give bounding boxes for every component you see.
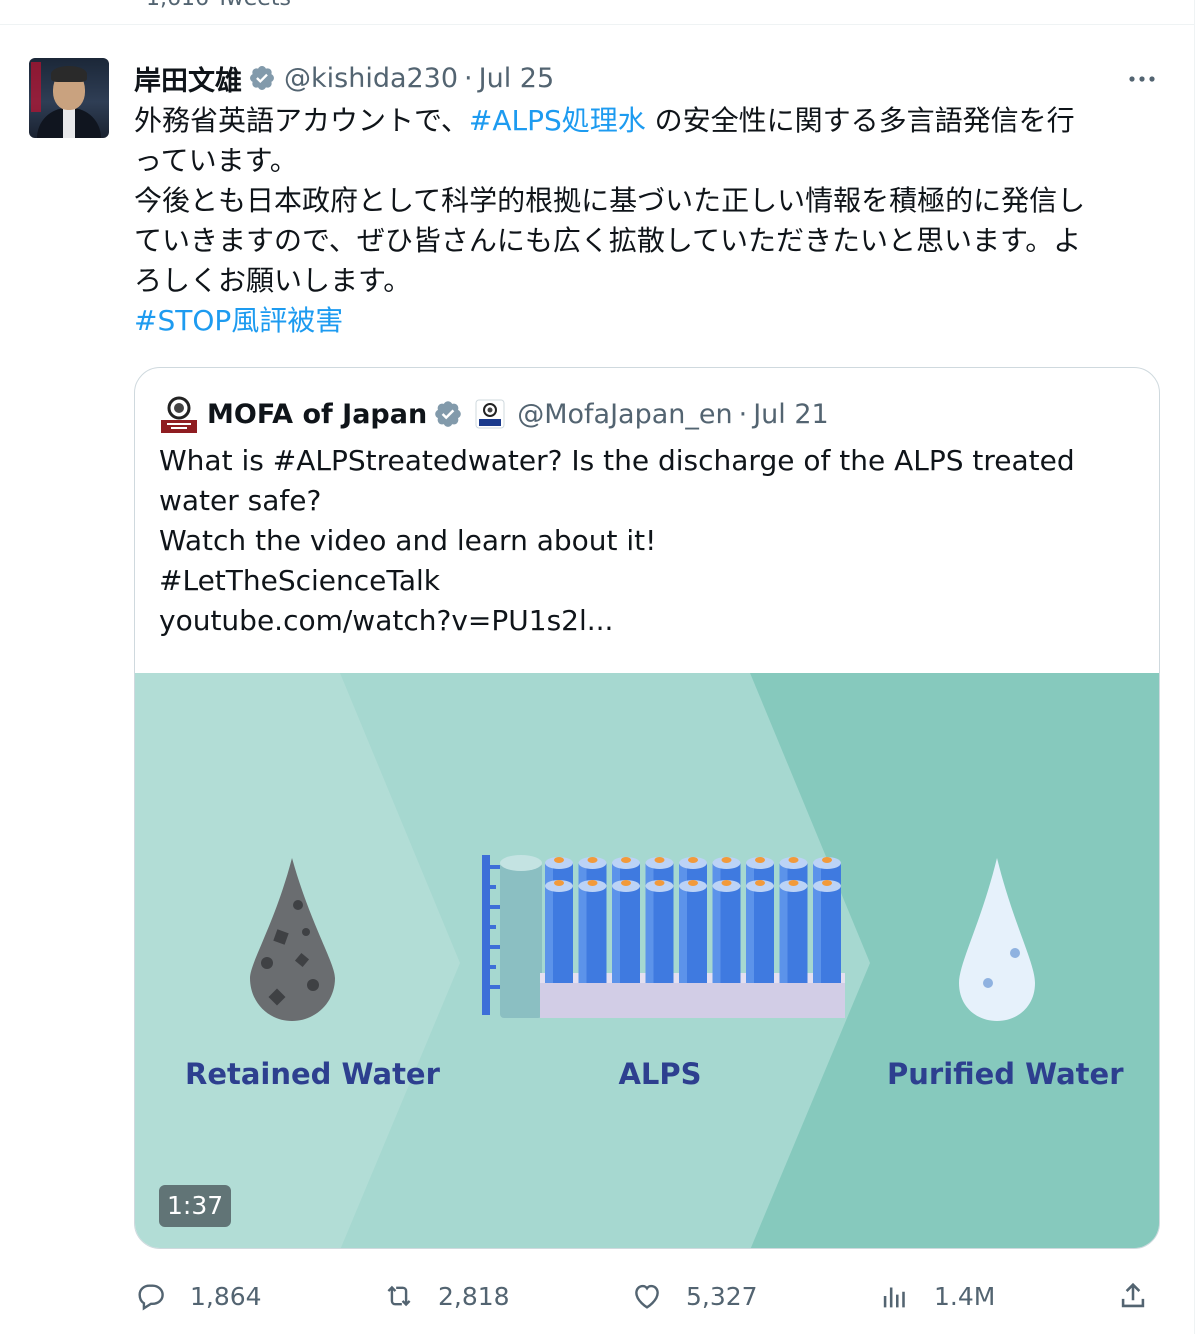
tweet-actions: 1,864 2,818 5,327 1.4M xyxy=(134,1272,1164,1320)
affiliation-badge-icon[interactable] xyxy=(475,399,505,429)
views-count: 1.4M xyxy=(934,1281,996,1311)
quoted-tweet-line: water safe? xyxy=(159,484,322,517)
views-button[interactable]: 1.4M xyxy=(878,1272,995,1320)
like-count: 5,327 xyxy=(686,1281,758,1311)
alps-column-cap xyxy=(688,857,698,863)
alps-column-cap xyxy=(788,857,799,863)
alps-column-cap xyxy=(788,880,799,886)
alps-column-cap xyxy=(755,880,765,886)
label-alps: ALPS xyxy=(618,1057,702,1091)
timeline-border xyxy=(1194,0,1198,1334)
alps-column-cap xyxy=(822,857,832,863)
alps-column-cap xyxy=(554,857,564,863)
tweet-header: 岸田文雄 @kishida230 · Jul 25 xyxy=(134,58,554,98)
quoted-tweet-text: What is #ALPStreatedwater? Is the discha… xyxy=(159,441,1139,641)
tweet-date[interactable]: Jul 25 xyxy=(479,63,555,94)
author-avatar[interactable] xyxy=(29,58,109,138)
reply-button[interactable]: 1,864 xyxy=(134,1272,262,1320)
quoted-author-handle[interactable]: @MofaJapan_en xyxy=(517,399,732,430)
quoted-author-name[interactable]: MOFA of Japan xyxy=(207,399,427,430)
alps-column-cap xyxy=(621,880,631,886)
alps-column-cap xyxy=(587,857,598,863)
alps-column-cap xyxy=(755,857,765,863)
reply-icon xyxy=(138,1284,164,1311)
tweet-line: ていきますので、ぜひ皆さんにも広く拡散していただきたいと思います。よ xyxy=(134,224,1082,257)
tweet-line: 今後とも日本政府として科学的根拠に基づいた正しい情報を積極的に発信し xyxy=(134,184,1086,217)
alps-column-cap xyxy=(654,880,665,886)
quoted-link[interactable]: youtube.com/watch?v=PU1s2l... xyxy=(159,601,1139,641)
mofa-logo-icon[interactable] xyxy=(159,394,199,434)
quoted-tweet-header: MOFA of Japan @MofaJapan_en · Jul 21 xyxy=(159,394,829,434)
label-purified-water: Purified Water xyxy=(887,1057,1124,1091)
like-button[interactable]: 5,327 xyxy=(630,1272,758,1320)
share-icon xyxy=(1121,1282,1145,1308)
tweet-line: っています。 xyxy=(134,144,298,177)
retweet-button[interactable]: 2,818 xyxy=(382,1272,510,1320)
more-icon[interactable] xyxy=(1124,64,1160,94)
alps-column-cap xyxy=(721,857,732,863)
share-button[interactable] xyxy=(1116,1272,1150,1320)
video-thumbnail xyxy=(135,673,1159,1248)
heart-icon xyxy=(635,1284,659,1309)
author-handle[interactable]: @kishida230 xyxy=(284,63,458,94)
alps-column-cap xyxy=(654,857,665,863)
separator: · xyxy=(464,62,473,94)
label-retained-water: Retained Water xyxy=(185,1057,440,1091)
previous-tweet-edge: 1,616 Tweets xyxy=(0,0,1194,25)
quoted-hashtag[interactable]: #LetTheScienceTalk xyxy=(159,561,1139,601)
video-duration: 1:37 xyxy=(159,1185,232,1227)
author-name[interactable]: 岸田文雄 xyxy=(134,59,242,98)
tweets-count: 1,616 Tweets xyxy=(146,0,291,11)
quoted-tweet[interactable]: MOFA of Japan @MofaJapan_en · Jul 21 Wha… xyxy=(134,367,1160,1249)
verified-badge-icon[interactable] xyxy=(433,399,463,429)
alps-column-cap xyxy=(822,880,832,886)
quoted-tweet-date[interactable]: Jul 21 xyxy=(753,399,829,430)
alps-column-cap xyxy=(721,880,732,886)
tweet-line: ろしくお願いします。 xyxy=(134,264,412,297)
alps-column-cap xyxy=(587,880,598,886)
views-icon xyxy=(883,1287,905,1308)
retweet-count: 2,818 xyxy=(438,1281,510,1311)
alps-column-cap xyxy=(688,880,698,886)
separator: · xyxy=(738,398,748,430)
alps-column-cap xyxy=(554,880,564,886)
alps-column-cap xyxy=(621,857,631,863)
video-player[interactable]: Retained Water ALPS Purified Water 1:37 xyxy=(135,673,1159,1248)
hashtag-link[interactable]: #ALPS処理水 xyxy=(469,104,646,137)
quoted-tweet-line: Watch the video and learn about it! xyxy=(159,524,657,557)
tweet-line: 外務省英語アカウントで、#ALPS処理水 の安全性に関する多言語発信を行 xyxy=(134,104,1075,137)
verified-badge-icon[interactable] xyxy=(248,64,276,92)
retweet-icon xyxy=(387,1285,411,1307)
hashtag-link[interactable]: #STOP風評被害 xyxy=(134,301,1164,341)
tweet-text: 外務省英語アカウントで、#ALPS処理水 の安全性に関する多言語発信を行 ってい… xyxy=(134,101,1164,341)
quoted-tweet-line: What is #ALPStreatedwater? Is the discha… xyxy=(159,444,1075,477)
reply-count: 1,864 xyxy=(190,1281,262,1311)
